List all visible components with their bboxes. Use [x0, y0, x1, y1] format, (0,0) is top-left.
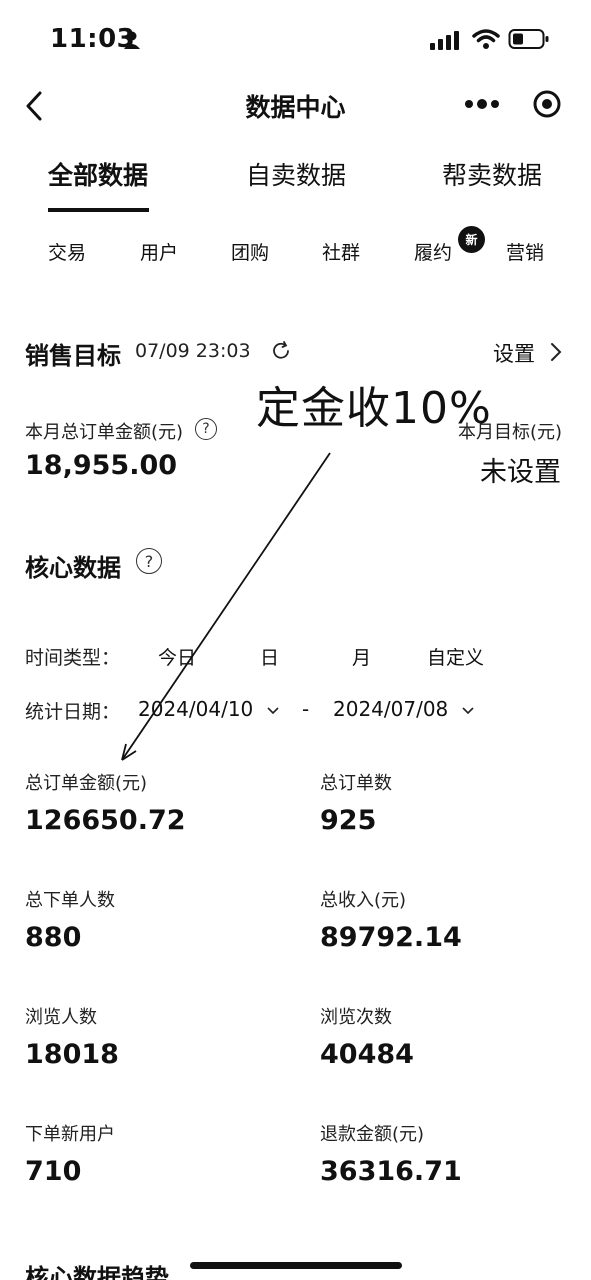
new-badge: 新 — [458, 226, 485, 253]
chevron-down-icon — [462, 706, 474, 714]
core-trend-title: 核心数据趋势 — [25, 1264, 169, 1280]
subtab-users[interactable]: 用户 — [140, 238, 178, 265]
annotation-arrow — [121, 452, 331, 761]
metric-label-total-buyers: 总下单人数 — [25, 890, 115, 911]
month-total-value: 18,955.00 — [25, 450, 178, 481]
battery-icon — [508, 29, 549, 49]
subtab-trade[interactable]: 交易 — [48, 238, 86, 265]
subtab-group-buy[interactable]: 团购 — [231, 238, 269, 265]
date-label: 统计日期： — [25, 701, 121, 723]
date-start-value: 2024/04/10 — [138, 697, 254, 721]
home-indicator — [190, 1262, 402, 1269]
active-tab-indicator — [48, 208, 149, 212]
metric-label-total-orders: 总订单数 — [320, 773, 392, 794]
tab-self-sale-data[interactable]: 自卖数据 — [246, 156, 346, 192]
refresh-icon[interactable] — [270, 340, 292, 362]
time-option-month[interactable]: 月 — [352, 643, 371, 670]
sales-target-timestamp: 07/09 23:03 — [135, 340, 251, 362]
subtab-community[interactable]: 社群 — [322, 238, 360, 265]
time-option-today[interactable]: 今日 — [158, 643, 196, 670]
month-target-value: 未设置 — [480, 457, 561, 488]
metric-value-refund-amount: 36316.71 — [320, 1156, 462, 1187]
date-separator: - — [302, 697, 310, 721]
person-icon — [124, 31, 140, 49]
tab-help-sale-data[interactable]: 帮卖数据 — [442, 156, 542, 192]
settings-link[interactable]: 设置 — [493, 338, 535, 368]
metric-value-page-views: 40484 — [320, 1039, 414, 1070]
time-option-custom[interactable]: 自定义 — [427, 643, 484, 670]
wifi-icon — [472, 29, 500, 49]
annotation-text: 定金收10% — [256, 383, 492, 434]
month-total-label: 本月总订单金额(元) — [25, 422, 184, 443]
metric-label-total-order-amount: 总订单金额(元) — [25, 773, 148, 794]
metric-value-visitors: 18018 — [25, 1039, 119, 1070]
metric-label-new-buyers: 下单新用户 — [25, 1124, 115, 1145]
metric-value-total-income: 89792.14 — [320, 922, 462, 953]
mini-program-close-icon[interactable] — [532, 89, 562, 119]
page-title: 数据中心 — [245, 93, 346, 122]
help-icon[interactable]: ? — [136, 548, 162, 574]
date-end-picker[interactable]: 2024/07/08 — [333, 697, 475, 721]
metric-label-visitors: 浏览人数 — [25, 1007, 97, 1028]
metric-label-page-views: 浏览次数 — [320, 1007, 392, 1028]
metric-value-total-orders: 925 — [320, 805, 377, 836]
cellular-signal-icon — [430, 31, 459, 50]
date-start-picker[interactable]: 2024/04/10 — [138, 697, 280, 721]
time-option-day[interactable]: 日 — [260, 643, 279, 670]
more-options-icon[interactable] — [464, 96, 500, 112]
help-icon[interactable]: ? — [195, 418, 217, 440]
sales-target-title: 销售目标 — [25, 342, 121, 370]
metric-label-total-income: 总收入(元) — [320, 890, 407, 911]
metric-value-total-order-amount: 126650.72 — [25, 805, 186, 836]
chevron-down-icon — [267, 706, 279, 714]
time-type-label: 时间类型： — [25, 647, 121, 669]
subtab-marketing[interactable]: 营销 — [506, 238, 544, 265]
metric-label-refund-amount: 退款金额(元) — [320, 1124, 425, 1145]
subtab-fulfillment[interactable]: 履约 — [414, 238, 452, 265]
tab-all-data[interactable]: 全部数据 — [48, 156, 148, 192]
metric-value-total-buyers: 880 — [25, 922, 82, 953]
metric-value-new-buyers: 710 — [25, 1156, 82, 1187]
core-data-title: 核心数据 — [25, 554, 121, 582]
date-end-value: 2024/07/08 — [333, 697, 449, 721]
chevron-right-icon[interactable] — [549, 341, 563, 363]
